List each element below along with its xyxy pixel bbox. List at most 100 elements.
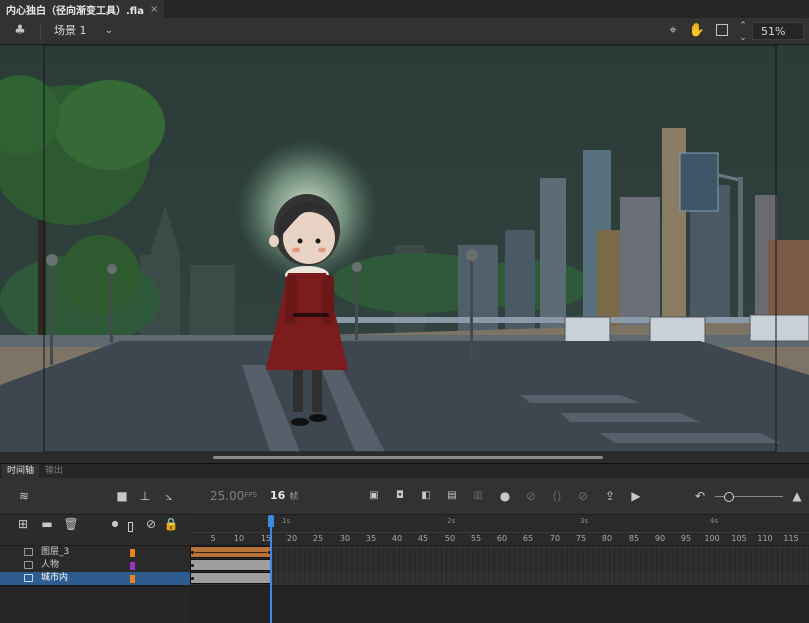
layer-color-swatch[interactable] — [130, 562, 135, 570]
keyframe[interactable] — [191, 564, 194, 567]
clear-keyframe-icon[interactable]: ▥ — [470, 478, 486, 514]
layer-color-swatch[interactable] — [130, 575, 135, 583]
zoom-field[interactable]: 51% — [752, 22, 804, 40]
ruler-number: 20 — [286, 534, 298, 543]
trash-icon[interactable]: 🗑 — [63, 512, 79, 536]
play-icon[interactable]: ▶ — [628, 478, 644, 514]
onion-skin-icon[interactable]: ● — [497, 478, 513, 514]
scene-label[interactable]: 场景 1 — [54, 18, 87, 44]
ruler-number: 40 — [391, 534, 403, 543]
layer-header: ⊞ ▬ 🗑 ● ⊘ 🔒 — [0, 515, 190, 545]
document-tab-title: 内心独白（径向渐变工具）.fla — [6, 5, 144, 17]
keyframe[interactable] — [191, 551, 194, 554]
divider — [40, 23, 41, 39]
ruler-number: 90 — [654, 534, 666, 543]
mountain-zoom-icon[interactable]: ▲ — [789, 478, 805, 514]
ruler-number: 45 — [417, 534, 429, 543]
document-tab[interactable]: 内心独白（径向渐变工具）.fla × — [0, 0, 165, 18]
frame-row[interactable] — [190, 546, 809, 559]
layer-name[interactable]: 图层_3 — [41, 546, 69, 559]
frame-span[interactable] — [190, 572, 272, 584]
insert-frame-icon[interactable]: ◧ — [418, 478, 434, 514]
stage[interactable] — [0, 45, 809, 452]
folder-icon[interactable]: ▬ — [39, 512, 55, 536]
highlight-dot-icon[interactable]: ● — [107, 512, 123, 536]
scene-toolbar: ♣ 场景 1 ⌄ ⌖ ✋ ⌃ ⌄ — [0, 18, 809, 45]
lock-icon[interactable]: 🔒 — [163, 512, 179, 536]
spinner-icon[interactable]: ⌃ ⌄ — [736, 18, 750, 44]
graph-icon[interactable]: ⦣ — [161, 478, 177, 514]
tween-arrow — [195, 552, 267, 553]
create-tween-icon[interactable]: ▤ — [444, 478, 460, 514]
export-icon[interactable]: ⇪ — [602, 478, 618, 514]
outline-icon[interactable] — [128, 522, 133, 532]
ruler-second-mark: 2s — [447, 517, 456, 525]
hand-icon[interactable]: ✋ — [688, 18, 706, 44]
ruler-number: 50 — [444, 534, 456, 543]
fps-display[interactable]: 25.00FPS — [210, 478, 257, 514]
ruler-number: 10 — [233, 534, 245, 543]
layer-row[interactable]: 城市内 — [0, 572, 190, 585]
layers-icon[interactable]: ≋ — [16, 478, 32, 514]
playhead[interactable] — [270, 515, 272, 623]
layer-icon — [24, 548, 33, 556]
tween-span[interactable] — [190, 546, 272, 558]
step-back-icon[interactable]: ⟨⟩ — [549, 478, 565, 514]
frame-span[interactable] — [190, 559, 272, 571]
frame-unit: 帧 — [289, 492, 299, 502]
layer-name[interactable]: 城市内 — [41, 572, 68, 585]
ruler-number: 30 — [339, 534, 351, 543]
ruler-divider — [190, 532, 809, 533]
scrollbar-thumb[interactable] — [213, 456, 603, 459]
scene-artwork — [0, 45, 809, 452]
add-layer-icon[interactable]: ⊞ — [15, 512, 31, 536]
frame-row[interactable] — [190, 572, 809, 585]
keyframe[interactable] — [191, 577, 194, 580]
ruler-number: 75 — [575, 534, 587, 543]
layer-icon — [24, 561, 33, 569]
crosshair-icon[interactable]: ⌖ — [664, 18, 682, 44]
panel-tabs: 时间轴 输出 — [0, 463, 809, 478]
frame-ruler[interactable]: 5 10 15 20 25 30 35 40 45 50 55 60 65 70… — [190, 515, 809, 545]
ruler-second-mark: 3s — [580, 517, 589, 525]
tab-output[interactable]: 输出 — [40, 464, 68, 478]
fps-unit: FPS — [244, 491, 258, 499]
layer-name[interactable]: 人物 — [41, 559, 59, 572]
close-icon[interactable]: × — [150, 4, 158, 15]
horizontal-scrollbar[interactable] — [0, 452, 809, 463]
insert-keyframe-icon[interactable]: ▣ — [366, 478, 382, 514]
timeline-zoom-knob[interactable] — [724, 492, 734, 502]
layer-row[interactable]: 图层_3 — [0, 546, 190, 559]
club-icon[interactable]: ♣ — [10, 18, 30, 44]
tab-timeline[interactable]: 时间轴 — [2, 464, 40, 478]
ruler-number: 70 — [549, 534, 561, 543]
ruler-number: 110 — [757, 534, 773, 543]
ruler-number: 115 — [783, 534, 799, 543]
ruler-number: 35 — [365, 534, 377, 543]
current-frame-value: 16 — [270, 489, 286, 502]
chevron-down-icon[interactable]: ⌄ — [100, 18, 118, 44]
fps-value: 25.00 — [210, 489, 245, 503]
ruler-number: 95 — [680, 534, 692, 543]
ruler-number: 5 — [210, 534, 216, 543]
undo-icon[interactable]: ↶ — [692, 478, 708, 514]
frame-icon[interactable] — [716, 24, 728, 36]
ruler-number: 55 — [470, 534, 482, 543]
ruler-number: 85 — [628, 534, 640, 543]
ruler-number: 80 — [601, 534, 613, 543]
layer-color-swatch[interactable] — [130, 549, 135, 557]
camera-icon[interactable]: ■ — [114, 478, 130, 514]
edit-multiple-frames-icon[interactable]: ⊘ — [523, 478, 539, 514]
ruler-second-mark: 1s — [282, 517, 291, 525]
hierarchy-icon[interactable]: ⊥ — [137, 478, 153, 514]
insert-blank-keyframe-icon[interactable]: ◘ — [392, 478, 408, 514]
current-frame-display[interactable]: 16 帧 — [270, 478, 298, 515]
ruler-number: 25 — [312, 534, 324, 543]
frame-row[interactable] — [190, 559, 809, 572]
ruler-second-mark: 4s — [710, 517, 719, 525]
eye-hidden-icon[interactable]: ⊘ — [143, 512, 159, 536]
ruler-number: 15 — [260, 534, 272, 543]
layer-row[interactable]: 人物 — [0, 559, 190, 572]
loop-icon[interactable]: ⊘ — [575, 478, 591, 514]
ruler-number: 60 — [496, 534, 508, 543]
